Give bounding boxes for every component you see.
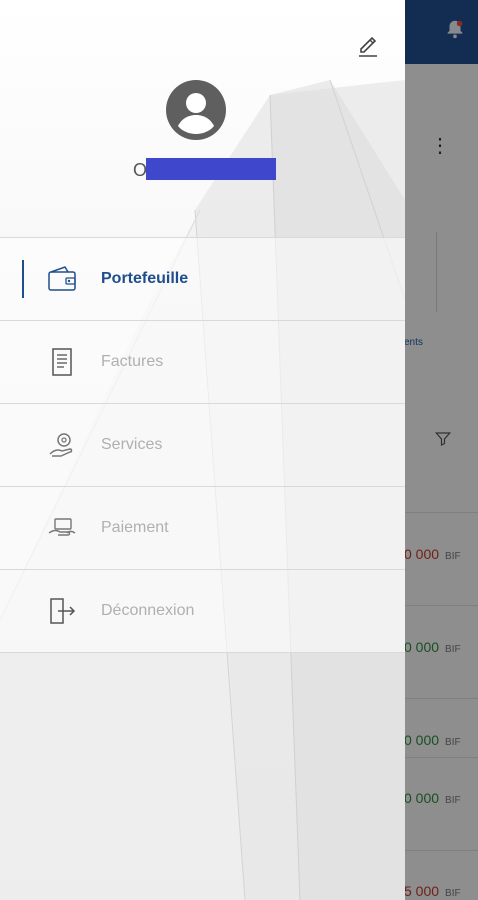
navigation-drawer: O Portefeuille Factures Services Paiemen… — [0, 0, 405, 900]
services-icon — [49, 433, 73, 457]
user-name-text: O — [133, 160, 148, 180]
menu-item-portefeuille[interactable]: Portefeuille — [0, 237, 405, 320]
user-name: O — [133, 158, 276, 182]
menu-item-label: Portefeuille — [101, 270, 189, 287]
menu-item-label: Déconnexion — [101, 602, 195, 619]
drawer-menu: Portefeuille Factures Services Paiement … — [0, 237, 405, 653]
wallet-icon — [48, 266, 76, 291]
invoice-icon — [52, 348, 72, 376]
menu-item-label: Paiement — [101, 519, 169, 536]
menu-item-services[interactable]: Services — [0, 403, 405, 486]
active-indicator — [22, 260, 24, 298]
menu-item-factures[interactable]: Factures — [0, 320, 405, 403]
redaction-box — [146, 158, 276, 180]
edit-profile-icon[interactable] — [356, 32, 380, 58]
avatar-icon[interactable] — [166, 80, 226, 140]
menu-item-paiement[interactable]: Paiement — [0, 486, 405, 569]
logout-icon — [50, 598, 76, 624]
payment-icon — [48, 518, 76, 536]
menu-item-label: Factures — [101, 353, 164, 370]
menu-item-deconnexion[interactable]: Déconnexion — [0, 569, 405, 653]
menu-item-label: Services — [101, 436, 163, 453]
